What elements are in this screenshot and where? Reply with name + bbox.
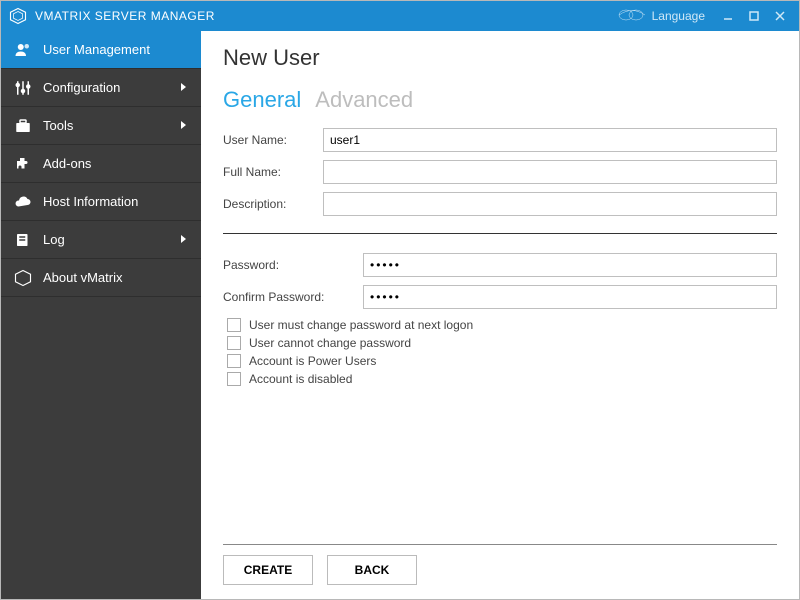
fullname-input[interactable]: [323, 160, 777, 184]
log-icon: [13, 230, 33, 250]
sidebar-item-log[interactable]: Log: [1, 221, 201, 259]
language-label: Language: [652, 9, 705, 23]
sidebar: User Management Configuration Tools: [1, 31, 201, 599]
maximize-button[interactable]: [741, 6, 767, 26]
user-icon: [13, 40, 33, 60]
puzzle-icon: [13, 154, 33, 174]
language-selector[interactable]: Language: [618, 8, 705, 25]
sidebar-item-about[interactable]: About vMatrix: [1, 259, 201, 297]
checkbox-label: User must change password at next logon: [249, 318, 473, 332]
row-confirm-password: Confirm Password:: [223, 284, 777, 310]
footer-separator: [223, 544, 777, 545]
sidebar-item-label: User Management: [43, 42, 189, 57]
password-input[interactable]: [363, 253, 777, 277]
minimize-button[interactable]: [715, 6, 741, 26]
tabs: General Advanced: [223, 87, 777, 113]
username-input[interactable]: [323, 128, 777, 152]
main-content: New User General Advanced User Name: Ful…: [201, 31, 799, 599]
check-power-users[interactable]: Account is Power Users: [223, 354, 777, 368]
fullname-label: Full Name:: [223, 165, 323, 179]
check-disabled[interactable]: Account is disabled: [223, 372, 777, 386]
tab-general[interactable]: General: [223, 87, 301, 113]
sidebar-item-label: About vMatrix: [43, 270, 189, 285]
app-body: User Management Configuration Tools: [1, 31, 799, 599]
checkbox-icon: [227, 318, 241, 332]
sidebar-item-label: Log: [43, 232, 179, 247]
form-general: User Name: Full Name: Description: Passw…: [223, 127, 777, 386]
app-logo-icon: [9, 7, 27, 25]
titlebar: VMATRIX SERVER MANAGER Language: [1, 1, 799, 31]
checkbox-label: Account is disabled: [249, 372, 352, 386]
chevron-right-icon: [179, 118, 189, 133]
chevron-right-icon: [179, 232, 189, 247]
page-title: New User: [223, 45, 777, 71]
confirm-password-label: Confirm Password:: [223, 290, 363, 304]
checkbox-group: User must change password at next logon …: [223, 318, 777, 386]
sidebar-item-label: Tools: [43, 118, 179, 133]
row-description: Description:: [223, 191, 777, 217]
sidebar-item-label: Configuration: [43, 80, 179, 95]
toolbox-icon: [13, 116, 33, 136]
sidebar-item-label: Host Information: [43, 194, 189, 209]
username-label: User Name:: [223, 133, 323, 147]
row-password: Password:: [223, 252, 777, 278]
row-username: User Name:: [223, 127, 777, 153]
confirm-password-input[interactable]: [363, 285, 777, 309]
app-window: VMATRIX SERVER MANAGER Language User Man…: [0, 0, 800, 600]
row-fullname: Full Name:: [223, 159, 777, 185]
sidebar-item-tools[interactable]: Tools: [1, 107, 201, 145]
globe-icon: [618, 8, 646, 25]
checkbox-icon: [227, 372, 241, 386]
sliders-icon: [13, 78, 33, 98]
checkbox-icon: [227, 336, 241, 350]
description-label: Description:: [223, 197, 323, 211]
sidebar-item-label: Add-ons: [43, 156, 189, 171]
checkbox-label: User cannot change password: [249, 336, 411, 350]
sidebar-item-configuration[interactable]: Configuration: [1, 69, 201, 107]
section-separator: [223, 233, 777, 234]
cloud-icon: [13, 192, 33, 212]
tab-advanced[interactable]: Advanced: [315, 87, 413, 113]
password-label: Password:: [223, 258, 363, 272]
check-cannot-change[interactable]: User cannot change password: [223, 336, 777, 350]
sidebar-item-addons[interactable]: Add-ons: [1, 145, 201, 183]
create-button[interactable]: CREATE: [223, 555, 313, 585]
description-input[interactable]: [323, 192, 777, 216]
hex-icon: [13, 268, 33, 288]
footer: CREATE BACK: [223, 544, 777, 585]
button-row: CREATE BACK: [223, 555, 777, 585]
app-title: VMATRIX SERVER MANAGER: [35, 9, 215, 23]
sidebar-item-user-management[interactable]: User Management: [1, 31, 201, 69]
checkbox-label: Account is Power Users: [249, 354, 376, 368]
chevron-right-icon: [179, 80, 189, 95]
sidebar-item-host-information[interactable]: Host Information: [1, 183, 201, 221]
back-button[interactable]: BACK: [327, 555, 417, 585]
close-button[interactable]: [767, 6, 793, 26]
check-change-next-logon[interactable]: User must change password at next logon: [223, 318, 777, 332]
checkbox-icon: [227, 354, 241, 368]
